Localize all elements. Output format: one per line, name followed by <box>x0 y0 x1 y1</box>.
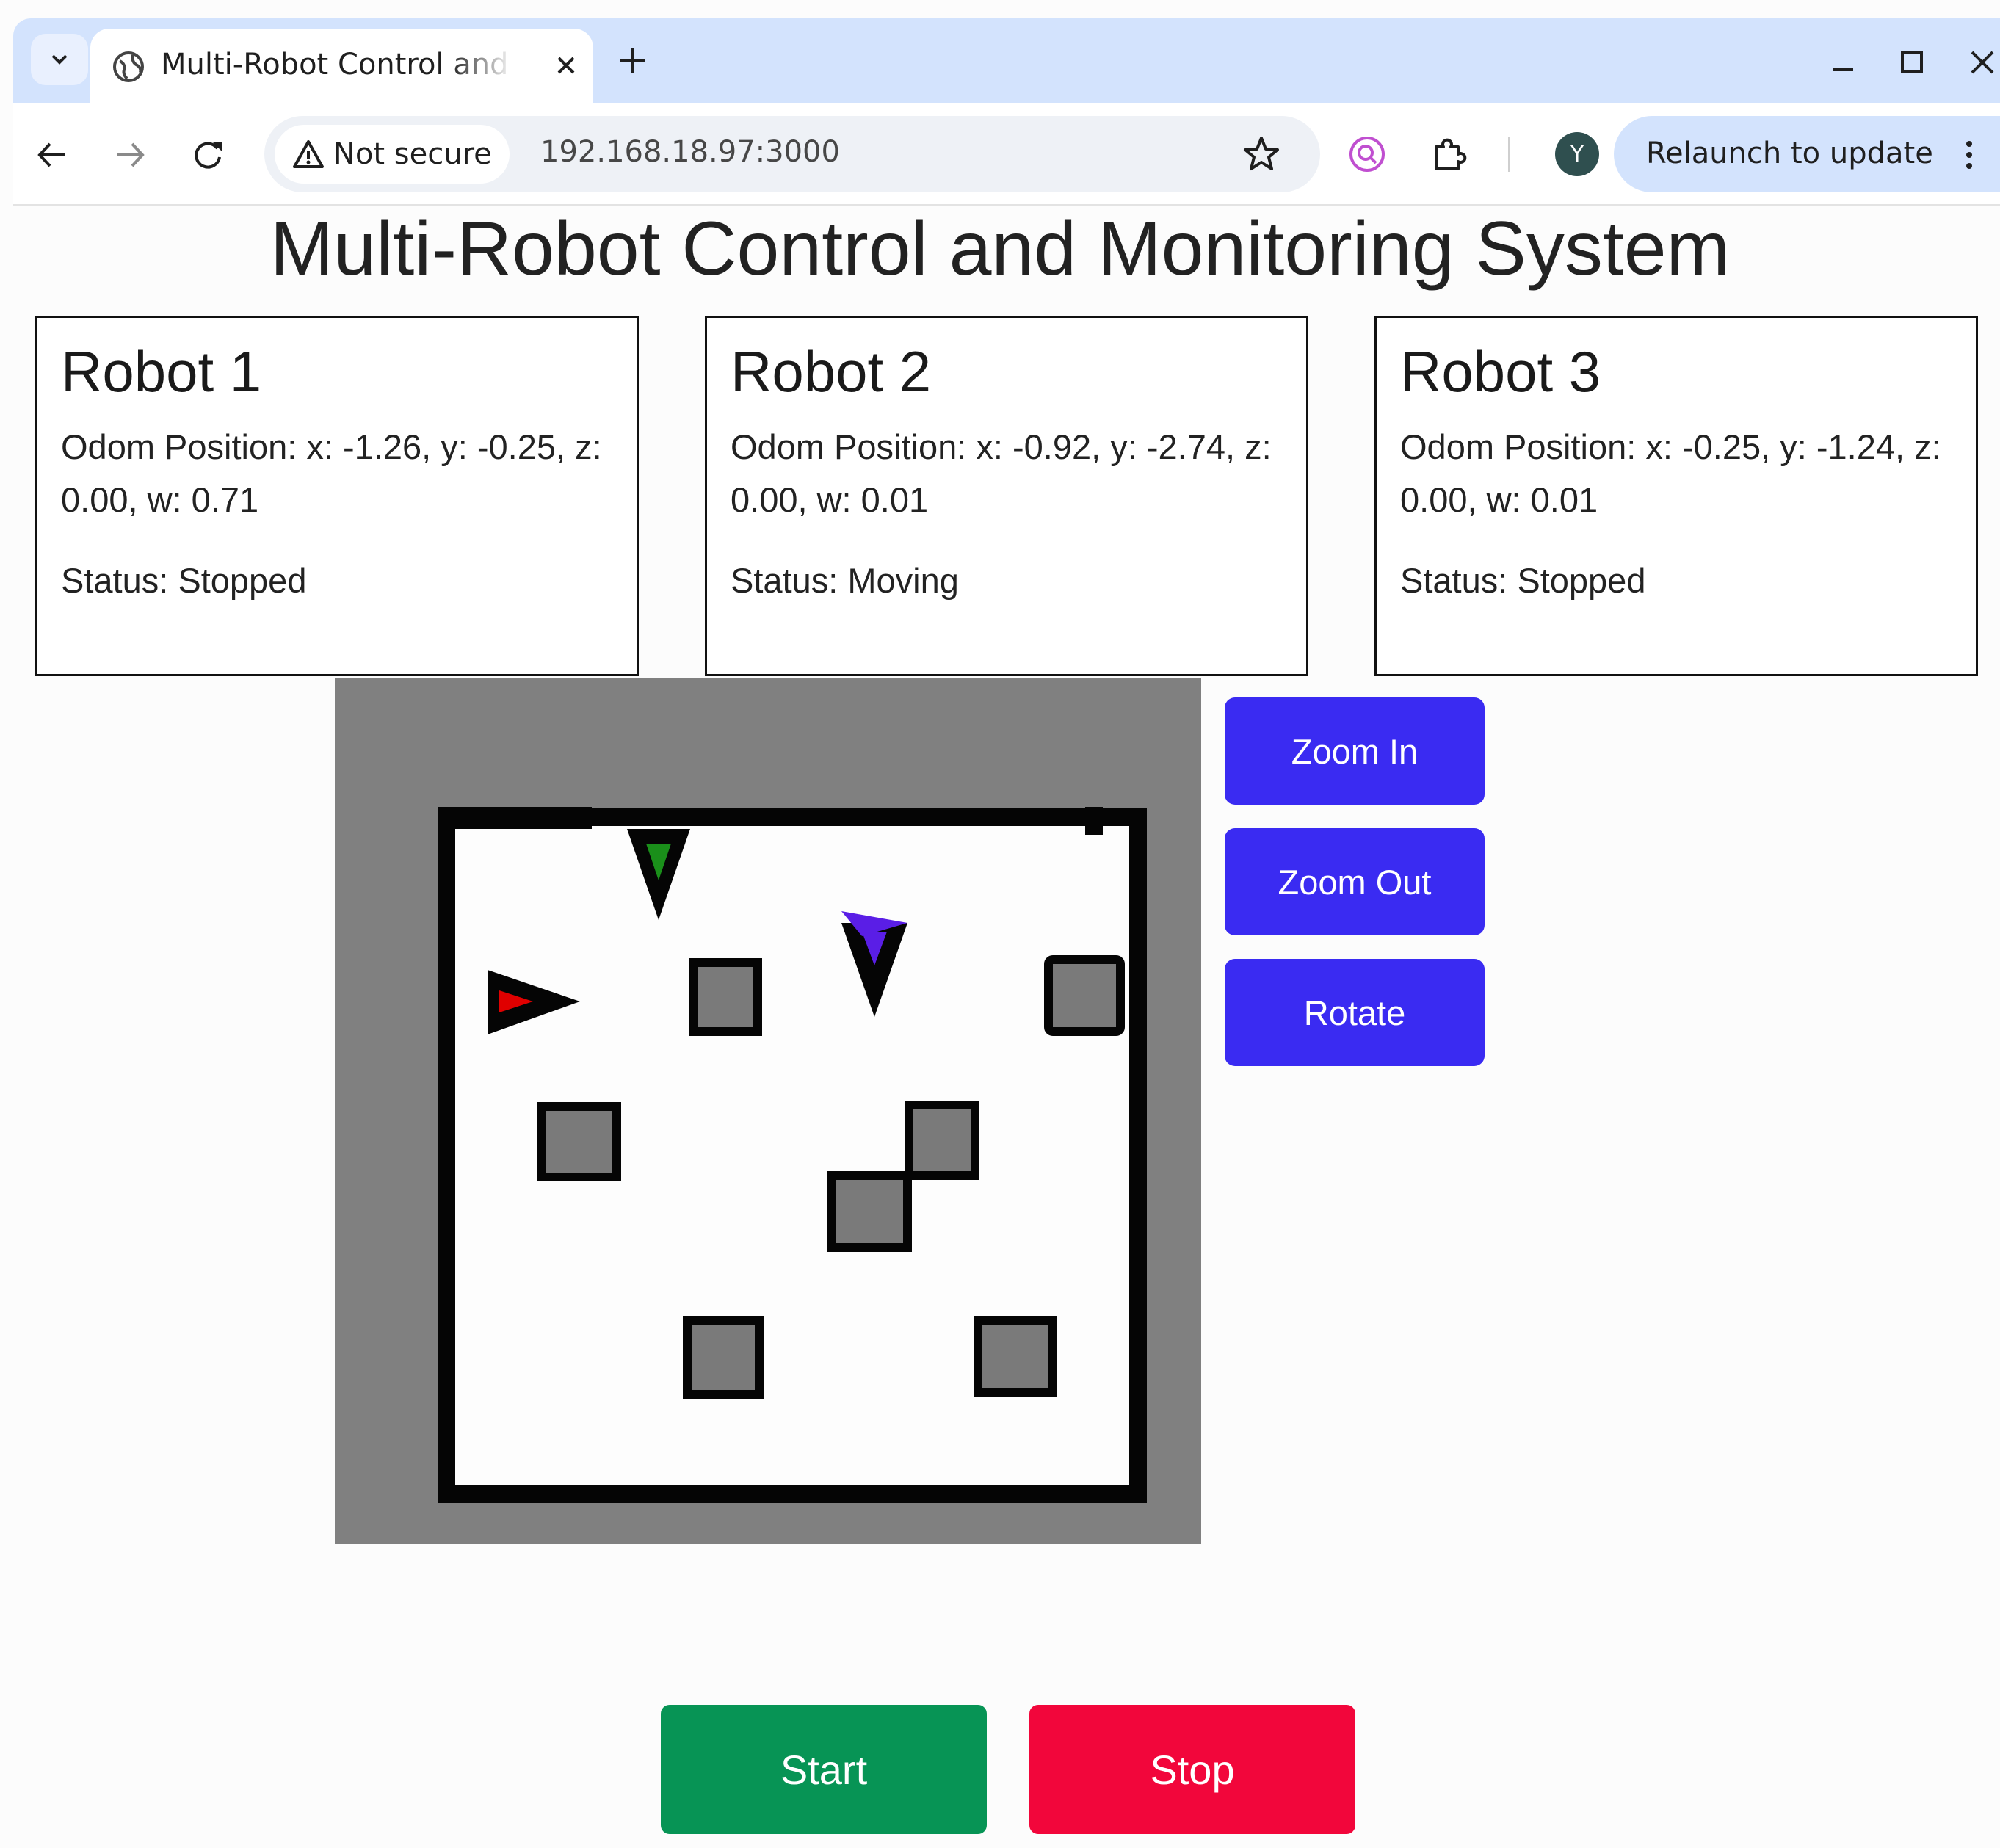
robot-name: Robot 1 <box>61 339 262 404</box>
profile-avatar[interactable]: Y <box>1555 132 1599 176</box>
page-title: Multi-Robot Control and Monitoring Syste… <box>269 206 1731 291</box>
address-bar[interactable]: Not secure 192.168.18.97:3000 <box>264 116 1320 192</box>
tab-strip: Multi-Robot Control and Monitoring Syste… <box>13 18 2000 103</box>
relaunch-label: Relaunch to update <box>1646 137 1933 170</box>
tab-title: Multi-Robot Control and Monitoring Syste… <box>161 48 513 81</box>
minimize-icon[interactable] <box>1828 48 1858 77</box>
map-obstacle <box>689 958 762 1036</box>
zoom-in-button[interactable]: Zoom In <box>1225 697 1485 805</box>
close-icon[interactable] <box>551 51 581 80</box>
robot-map[interactable] <box>335 678 1201 1544</box>
robot-card-1: Robot 1 Odom Position: x: -1.26, y: -0.2… <box>35 316 639 676</box>
stop-button[interactable]: Stop <box>1029 1705 1355 1834</box>
tab-search-button[interactable] <box>31 34 88 85</box>
start-button[interactable]: Start <box>661 1705 987 1834</box>
back-icon[interactable] <box>32 135 72 175</box>
puzzle-icon[interactable] <box>1427 134 1468 175</box>
map-obstacle <box>1044 955 1125 1036</box>
relaunch-button[interactable]: Relaunch to update <box>1614 116 2000 192</box>
rotate-button[interactable]: Rotate <box>1225 959 1485 1066</box>
robot-odom: Odom Position: x: -1.26, y: -0.25, z: 0.… <box>61 427 602 519</box>
map-obstacle <box>537 1102 621 1181</box>
map-obstacle <box>905 1101 979 1180</box>
robot-odom: Odom Position: x: -0.25, y: -1.24, z: 0.… <box>1400 427 1941 519</box>
map-obstacle <box>827 1171 912 1252</box>
globe-icon <box>113 51 144 82</box>
map-obstacle <box>683 1316 764 1399</box>
new-tab-icon[interactable] <box>614 43 651 79</box>
security-label: Not secure <box>333 137 492 171</box>
reload-icon[interactable] <box>188 135 228 175</box>
toolbar-divider <box>1508 137 1510 172</box>
robot-status: Status: Moving <box>731 561 959 600</box>
url-text[interactable]: 192.168.18.97:3000 <box>540 135 840 169</box>
robot-card-2: Robot 2 Odom Position: x: -0.92, y: -2.7… <box>705 316 1308 676</box>
zoom-out-button[interactable]: Zoom Out <box>1225 828 1485 935</box>
robot-status: Status: Stopped <box>1400 561 1646 600</box>
maximize-icon[interactable] <box>1897 48 1927 77</box>
browser-tab[interactable]: Multi-Robot Control and Monitoring Syste… <box>90 29 593 103</box>
tab-search-icon <box>51 54 68 65</box>
kebab-menu-icon[interactable] <box>1962 138 1977 172</box>
star-icon[interactable] <box>1242 135 1280 173</box>
map-wall-thick-segment <box>438 807 592 829</box>
security-chip[interactable]: Not secure <box>275 125 510 184</box>
map-obstacle <box>974 1316 1057 1397</box>
window-close-icon[interactable] <box>1968 48 1997 77</box>
robot-name: Robot 2 <box>731 339 932 404</box>
robot-status: Status: Stopped <box>61 561 307 600</box>
browser-toolbar: Not secure 192.168.18.97:3000 Y Relaunch… <box>13 103 2000 206</box>
extension-lens-icon[interactable] <box>1347 134 1388 175</box>
robot-card-3: Robot 3 Odom Position: x: -0.25, y: -1.2… <box>1374 316 1978 676</box>
warning-icon <box>293 140 324 168</box>
map-wall-corner <box>1085 807 1103 835</box>
robot-name: Robot 3 <box>1400 339 1601 404</box>
forward-icon[interactable] <box>110 135 150 175</box>
robot-odom: Odom Position: x: -0.92, y: -2.74, z: 0.… <box>731 427 1272 519</box>
